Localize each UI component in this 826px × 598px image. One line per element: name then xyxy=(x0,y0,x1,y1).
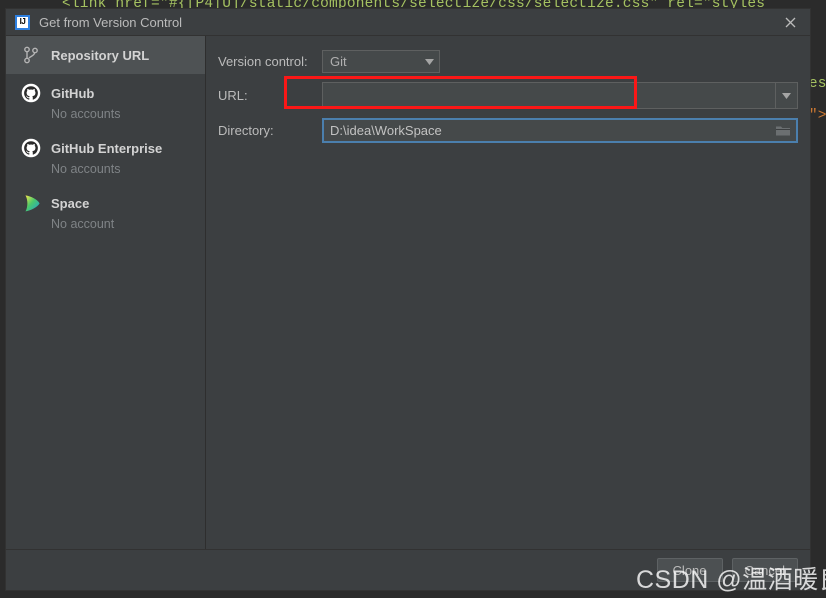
get-from-version-control-dialog: IJ Get from Version Control Repository U… xyxy=(5,8,811,591)
sidebar-item-sublabel: No account xyxy=(51,217,115,231)
github-icon xyxy=(20,82,42,104)
url-input[interactable] xyxy=(323,83,775,108)
jetbrains-space-icon xyxy=(20,192,42,214)
version-control-value: Git xyxy=(330,54,347,69)
version-control-row: Version control: Git xyxy=(218,50,798,73)
sidebar: Repository URL GitHub No accounts GitHub… xyxy=(6,36,206,549)
dialog-body: Repository URL GitHub No accounts GitHub… xyxy=(6,35,810,549)
sidebar-item-label: Space xyxy=(51,195,90,211)
sidebar-item-sublabel: No accounts xyxy=(51,107,121,121)
url-combobox[interactable] xyxy=(322,82,798,109)
sidebar-item-label: GitHub xyxy=(51,85,95,101)
sidebar-item-label: Repository URL xyxy=(51,47,150,63)
intellij-idea-icon: IJ xyxy=(15,14,30,30)
sidebar-item-space[interactable]: Space No account xyxy=(6,184,205,239)
sidebar-item-sublabel: No accounts xyxy=(51,162,121,176)
sidebar-item-github-enterprise[interactable]: GitHub Enterprise No accounts xyxy=(6,129,205,184)
directory-field[interactable] xyxy=(322,118,798,143)
dialog-title: Get from Version Control xyxy=(39,14,183,30)
version-control-select[interactable]: Git xyxy=(322,50,440,73)
version-control-label: Version control: xyxy=(218,54,308,69)
directory-input[interactable] xyxy=(324,120,770,141)
dialog-footer: Clone Cancel xyxy=(6,549,810,590)
git-branch-icon xyxy=(20,44,42,66)
github-icon xyxy=(20,137,42,159)
url-row: URL: xyxy=(218,76,798,109)
folder-icon[interactable] xyxy=(770,124,796,137)
directory-row: Directory: xyxy=(218,118,798,143)
cancel-button[interactable]: Cancel xyxy=(731,558,798,582)
clone-button[interactable]: Clone xyxy=(656,558,723,582)
repository-url-panel: Version control: Git URL: Directory: D:\… xyxy=(206,36,810,549)
directory-label: Directory: xyxy=(218,123,274,138)
chevron-down-icon[interactable] xyxy=(775,83,797,108)
sidebar-item-github[interactable]: GitHub No accounts xyxy=(6,74,205,129)
close-icon[interactable] xyxy=(778,13,802,31)
chevron-down-icon xyxy=(419,58,439,65)
sidebar-item-label: GitHub Enterprise xyxy=(51,140,163,156)
url-label: URL: xyxy=(218,88,248,103)
dialog-titlebar: IJ Get from Version Control xyxy=(6,9,810,35)
sidebar-item-repository-url[interactable]: Repository URL xyxy=(6,36,205,74)
